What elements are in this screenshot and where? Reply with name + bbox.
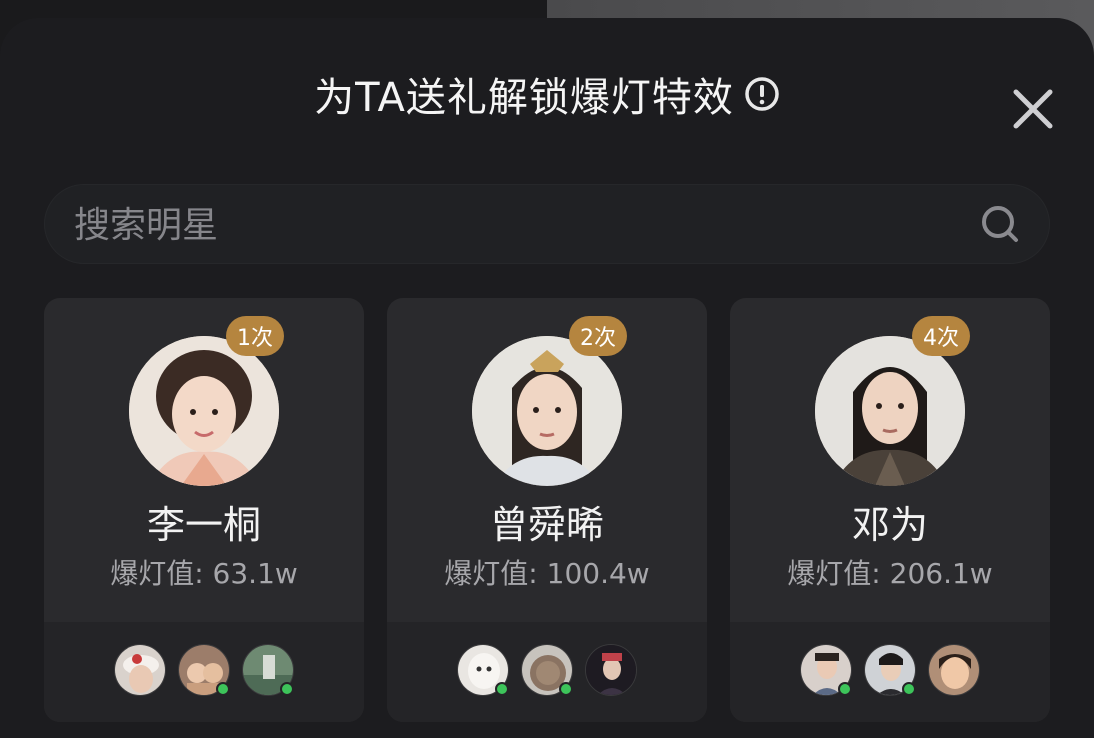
search-icon[interactable] [978, 202, 1022, 246]
gift-bottom-sheet: 为TA送礼解锁爆灯特效 搜索明星 1次 李一桐 爆灯值: 63.1w 2次 曾舜… [0, 18, 1094, 738]
count-badge: 4次 [912, 316, 970, 356]
info-circle-icon[interactable] [744, 76, 780, 112]
search-bar [44, 184, 1050, 266]
fan-avatar[interactable] [178, 644, 230, 696]
fan-avatar[interactable] [585, 644, 637, 696]
sheet-title: 为TA送礼解锁爆灯特效 [314, 75, 734, 121]
star-name: 曾舜晞 [489, 503, 604, 547]
star-avatar [472, 336, 622, 486]
online-indicator [559, 682, 573, 696]
star-score: 爆灯值: 206.1w [787, 557, 993, 590]
count-badge: 1次 [226, 316, 284, 356]
star-card-list: 1次 李一桐 爆灯值: 63.1w 2次 曾舜晞 爆灯值: 100.4w 4次 … [44, 298, 1050, 722]
star-card[interactable]: 2次 曾舜晞 爆灯值: 100.4w [387, 298, 707, 722]
online-indicator [838, 682, 852, 696]
count-badge: 2次 [569, 316, 627, 356]
fan-avatar[interactable] [864, 644, 916, 696]
close-button[interactable] [1008, 84, 1058, 134]
online-indicator [216, 682, 230, 696]
online-indicator [902, 682, 916, 696]
fan-avatar[interactable] [242, 644, 294, 696]
star-name: 李一桐 [146, 503, 261, 547]
close-icon [1013, 89, 1053, 129]
star-card[interactable]: 4次 邓为 爆灯值: 206.1w [730, 298, 1050, 722]
star-name: 邓为 [851, 503, 928, 547]
fan-avatar[interactable] [521, 644, 573, 696]
fan-avatar-group [387, 644, 707, 700]
star-card[interactable]: 1次 李一桐 爆灯值: 63.1w [44, 298, 364, 722]
fan-avatar[interactable] [928, 644, 980, 696]
online-indicator [280, 682, 294, 696]
star-score: 爆灯值: 63.1w [110, 557, 298, 590]
fan-avatar[interactable] [114, 644, 166, 696]
fan-avatar[interactable] [457, 644, 509, 696]
search-input[interactable] [72, 184, 956, 266]
star-score: 爆灯值: 100.4w [444, 557, 650, 590]
fan-avatar[interactable] [800, 644, 852, 696]
star-avatar [129, 336, 279, 486]
star-avatar [815, 336, 965, 486]
header: 为TA送礼解锁爆灯特效 [0, 66, 1094, 122]
online-indicator [495, 682, 509, 696]
fan-avatar-group [44, 644, 364, 700]
fan-avatar-group [730, 644, 1050, 700]
